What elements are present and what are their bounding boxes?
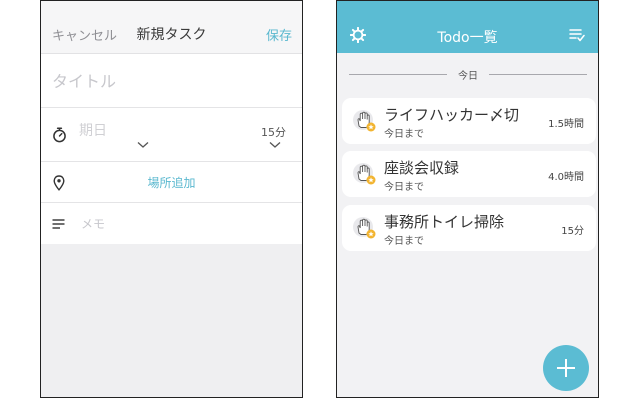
duration-chevron-down-icon[interactable] [269, 141, 281, 149]
gear-icon[interactable] [350, 27, 366, 43]
save-button[interactable]: 保存 [266, 25, 292, 44]
hand-badge-icon [353, 110, 376, 132]
todo-item-title: 事務所トイレ掃除 [384, 213, 505, 231]
new-task-header: キャンセル 新規タスク 保存 [41, 1, 302, 54]
task-form: タイトル 期日 15分 場所追加 メモ [41, 54, 302, 244]
todo-item-due: 今日まで [384, 129, 424, 140]
title-field[interactable]: タイトル [41, 54, 302, 108]
hand-badge-icon [353, 217, 376, 239]
todo-item-duration: 1.5時間 [548, 119, 584, 130]
memo-placeholder: メモ [81, 217, 106, 231]
todo-list-screen: Todo一覧 今日 ライフハッカー〆切 今日まで 1.5時間 座談会収録 今日ま… [336, 0, 599, 398]
todo-item[interactable]: 事務所トイレ掃除 今日まで 15分 [342, 205, 596, 251]
add-place-button[interactable]: 場所追加 [41, 174, 302, 191]
todo-item-due: 今日まで [384, 236, 424, 247]
title-placeholder: タイトル [52, 72, 117, 91]
todo-item[interactable]: 座談会収録 今日まで 4.0時間 [342, 151, 596, 197]
todo-title: Todo一覧 [437, 30, 498, 46]
todo-item[interactable]: ライフハッカー〆切 今日まで 1.5時間 [342, 98, 596, 144]
hand-badge-icon [353, 163, 376, 185]
stopwatch-icon [53, 127, 66, 143]
todo-item-duration: 15分 [561, 226, 584, 237]
date-row: 期日 15分 [41, 108, 302, 162]
plus-icon [557, 359, 575, 377]
duration-value[interactable]: 15分 [261, 124, 286, 140]
todo-item-duration: 4.0時間 [548, 172, 584, 183]
section-header-today: 今日 [349, 67, 587, 82]
new-task-screen: キャンセル 新規タスク 保存 タイトル 期日 15分 場所追加 メモ [40, 0, 303, 398]
todo-item-title: ライフハッカー〆切 [384, 106, 520, 124]
date-picker-placeholder[interactable]: 期日 [79, 120, 107, 140]
todo-header: Todo一覧 [337, 1, 598, 53]
place-row: 場所追加 [41, 162, 302, 203]
todo-item-due: 今日まで [384, 182, 424, 193]
add-task-button[interactable] [543, 345, 589, 391]
date-chevron-down-icon[interactable] [137, 141, 149, 149]
sort-list-icon[interactable] [569, 28, 585, 42]
memo-field[interactable]: メモ [41, 203, 302, 244]
memo-lines-icon [52, 219, 65, 229]
todo-item-title: 座談会収録 [384, 159, 460, 177]
cancel-button[interactable]: キャンセル [52, 25, 117, 44]
section-divider-right [489, 74, 587, 75]
